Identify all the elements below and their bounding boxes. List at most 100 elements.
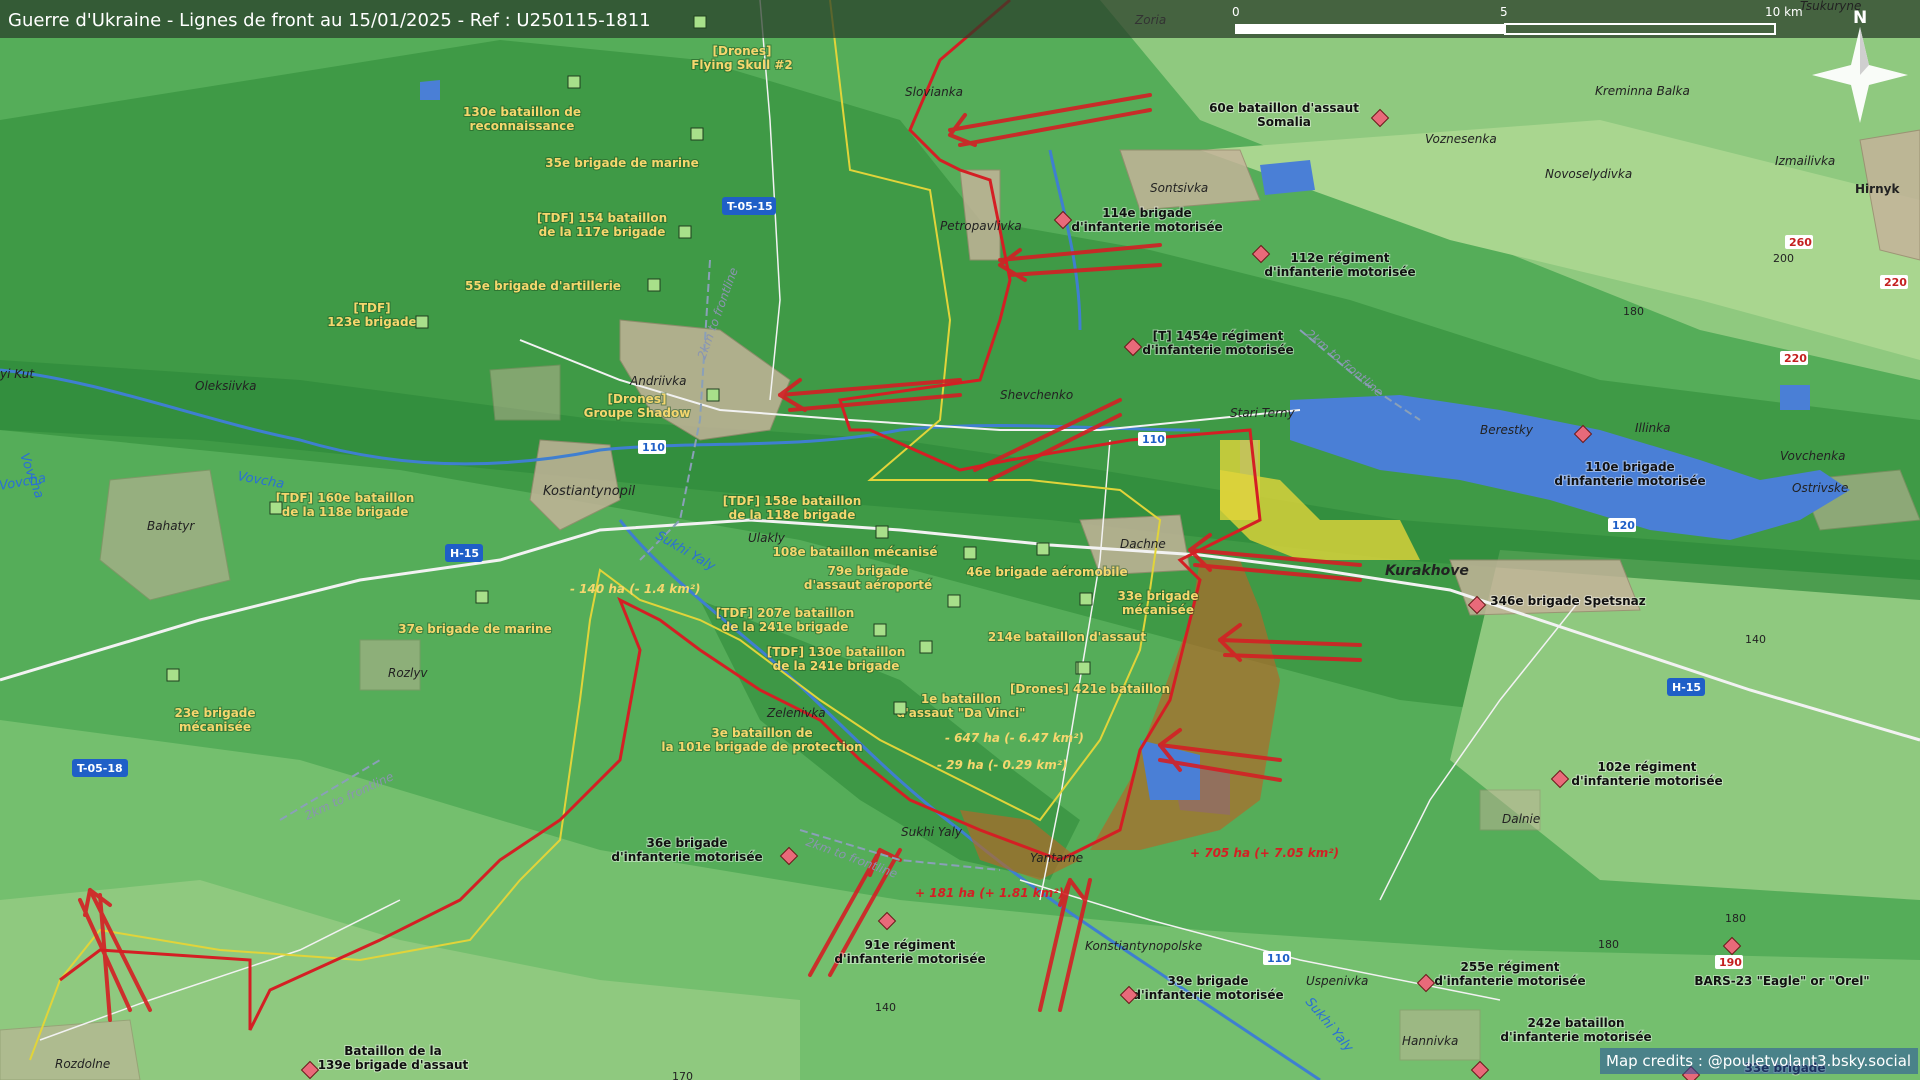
ua-unit-marker-icon[interactable] <box>415 315 429 329</box>
place-rozdolne: Rozdolne <box>55 1057 110 1071</box>
ua-unit-label-bat108: 108e bataillon mécanisé <box>773 545 938 559</box>
elev-140-a: 140 <box>1745 633 1766 646</box>
ua-unit-marker-icon[interactable] <box>647 278 661 292</box>
place-dalnie: Dalnie <box>1502 812 1540 826</box>
place-berestky: Berestky <box>1480 423 1534 437</box>
svg-text:T-05-15: T-05-15 <box>727 200 773 213</box>
place-oleksiivka: Oleksiivka <box>195 379 256 393</box>
scale-label-5: 5 <box>1500 5 1508 19</box>
place-ostrivske: Ostrivske <box>1792 481 1848 495</box>
ua-unit-marker-icon[interactable] <box>947 594 961 608</box>
ua-unit-label-br33: 33e brigade mécanisée <box>1117 589 1198 617</box>
road-badge-190: 190 <box>1715 955 1743 969</box>
place-andriivka: Andriivka <box>629 374 686 388</box>
ua-unit-label-tdf154: [TDF] 154 bataillon de la 117e brigade <box>537 211 667 239</box>
road-badge-h15-west: H-15 <box>445 544 483 562</box>
elev-170: 170 <box>672 1070 693 1080</box>
ua-unit-marker-icon[interactable] <box>1036 542 1050 556</box>
place-novoselydivka: Novoselydivka <box>1545 167 1632 181</box>
place-voznesenka: Voznesenka <box>1425 132 1497 146</box>
scale-label-10: 10 km <box>1765 5 1803 19</box>
svg-text:190: 190 <box>1719 956 1742 969</box>
place-dachne: Dachne <box>1120 537 1166 551</box>
place-yantarne: Yantarne <box>1030 851 1083 865</box>
elev-180-c: 180 <box>1598 938 1619 951</box>
ua-unit-marker-icon[interactable] <box>475 590 489 604</box>
elev-180-a: 180 <box>1623 305 1644 318</box>
road-badge-t0518: T-05-18 <box>72 759 128 777</box>
place-izmailivka: Izmailivka <box>1775 154 1835 168</box>
place-illinka: Illinka <box>1635 421 1670 435</box>
road-badge-220-a: 220 <box>1880 275 1908 289</box>
svg-text:H-15: H-15 <box>1672 681 1701 694</box>
ua-unit-label-br37: 37e brigade de marine <box>398 622 551 636</box>
area-change-e: + 705 ha (+ 7.05 km²) <box>1190 846 1339 860</box>
road-badge-120: 120 <box>1608 518 1636 532</box>
place-rozlyv: Rozlyv <box>388 666 428 680</box>
road-badge-t0515: T-05-15 <box>722 197 776 215</box>
elev-180-b: 180 <box>1725 912 1746 925</box>
place-yi-kut: yi Kut <box>0 367 35 381</box>
map-credits: Map credits : @pouletvolant3.bsky.social <box>1600 1048 1918 1074</box>
svg-text:110: 110 <box>642 441 665 454</box>
ua-unit-label-br23: 23e brigade mécanisée <box>174 706 255 734</box>
area-change-d: + 181 ha (+ 1.81 km²) <box>915 886 1064 900</box>
place-tsukuryne: Tsukuryne <box>1800 0 1861 13</box>
svg-text:110: 110 <box>1142 433 1165 446</box>
ua-unit-marker-icon[interactable] <box>567 75 581 89</box>
svg-text:120: 120 <box>1612 519 1635 532</box>
svg-text:220: 220 <box>1884 276 1907 289</box>
place-kreminna-balka: Kreminna Balka <box>1595 84 1690 98</box>
svg-text:260: 260 <box>1789 236 1812 249</box>
road-badge-h15-east: H-15 <box>1667 678 1705 696</box>
scale-label-0: 0 <box>1232 5 1240 19</box>
place-hannivka: Hannivka <box>1402 1034 1458 1048</box>
area-change-a: - 140 ha (- 1.4 km²) <box>570 582 701 596</box>
ua-unit-marker-icon[interactable] <box>873 623 887 637</box>
ua-unit-marker-icon[interactable] <box>690 127 704 141</box>
ua-unit-label-bat130: 130e bataillon de reconnaissance <box>463 105 581 133</box>
ua-unit-label-tdf130: [TDF] 130e bataillon de la 241e brigade <box>767 645 906 673</box>
place-kostiantynopil: Kostiantynopil <box>543 484 636 499</box>
place-kurakhove: Kurakhove <box>1385 563 1469 579</box>
ua-unit-marker-icon[interactable] <box>919 640 933 654</box>
ua-unit-marker-icon[interactable] <box>166 668 180 682</box>
road-badge-110-a: 110 <box>638 440 666 454</box>
map-canvas[interactable]: Guerre d'Ukraine - Lignes de front au 15… <box>0 0 1920 1080</box>
place-zelenivka: Zelenivka <box>766 706 826 720</box>
ua-unit-marker-icon[interactable] <box>1079 592 1093 606</box>
ru-unit-label-bars23: BARS-23 "Eagle" or "Orel" <box>1694 974 1869 988</box>
svg-text:110: 110 <box>1267 952 1290 965</box>
area-change-c: - 29 ha (- 0.29 km²) <box>937 758 1068 772</box>
ua-unit-label-tdf160: [TDF] 160e bataillon de la 118e brigade <box>276 491 415 519</box>
ua-unit-label-art55: 55e brigade d'artillerie <box>465 279 621 293</box>
road-badge-110-b: 110 <box>1138 432 1166 446</box>
ua-unit-marker-icon[interactable] <box>693 15 707 29</box>
ua-unit-label-br46: 46e brigade aéromobile <box>966 565 1127 579</box>
place-konstiantynopolske: Konstiantynopolske <box>1085 939 1202 953</box>
place-ulakly: Ulakly <box>748 531 786 545</box>
place-stari-terny: Stari Terny <box>1230 406 1296 420</box>
place-bahatyr: Bahatyr <box>147 519 195 533</box>
svg-text:H-15: H-15 <box>450 547 479 560</box>
place-hirnyk: Hirnyk <box>1855 182 1900 196</box>
ua-unit-marker-icon[interactable] <box>706 388 720 402</box>
place-shevchenko: Shevchenko <box>1000 388 1073 402</box>
ua-unit-marker-icon[interactable] <box>269 501 283 515</box>
ua-unit-marker-icon[interactable] <box>678 225 692 239</box>
terrain-layer <box>0 0 1920 1080</box>
road-badge-260: 260 <box>1785 235 1813 249</box>
ua-unit-label-dr421: [Drones] 421e bataillon <box>1010 682 1170 696</box>
ua-unit-marker-icon[interactable] <box>1077 661 1091 675</box>
road-badge-220-b: 220 <box>1780 351 1808 365</box>
place-slovianka: Slovianka <box>905 85 963 99</box>
svg-text:T-05-18: T-05-18 <box>77 762 123 775</box>
ua-unit-marker-icon[interactable] <box>875 525 889 539</box>
credits-text: Map credits : @pouletvolant3.bsky.social <box>1606 1052 1911 1070</box>
ua-unit-marker-icon[interactable] <box>963 546 977 560</box>
ua-unit-marker-icon[interactable] <box>893 701 907 715</box>
place-petropavlivka: Petropavlivka <box>940 219 1022 233</box>
elev-200: 200 <box>1773 252 1794 265</box>
area-change-b: - 647 ha (- 6.47 km²) <box>945 731 1084 745</box>
ua-unit-label-tdf158: [TDF] 158e bataillon de la 118e brigade <box>723 494 862 522</box>
